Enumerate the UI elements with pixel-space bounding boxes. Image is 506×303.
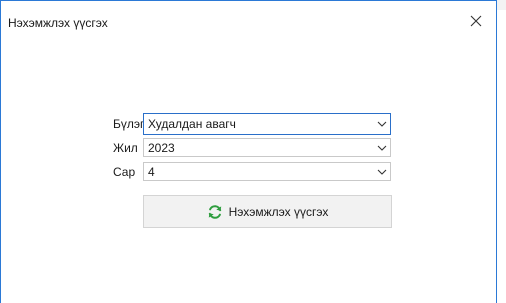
chevron-down-icon <box>377 169 387 175</box>
close-icon <box>470 15 482 27</box>
month-label: Сар <box>113 165 136 179</box>
generate-invoice-label: Нэхэмжлэх үүсгэх <box>228 204 329 219</box>
generate-invoice-button[interactable]: Нэхэмжлэх үүсгэх <box>143 195 392 228</box>
year-select-value: 2023 <box>148 141 175 155</box>
invoice-dialog: Нэхэмжлэх үүсгэх Бүлэг Худалдан авагч Жи… <box>0 0 497 303</box>
month-select-value: 4 <box>148 165 155 179</box>
chevron-down-icon <box>377 145 387 151</box>
group-label: Бүлэг <box>113 117 145 131</box>
dialog-title: Нэхэмжлэх үүсгэх <box>8 16 108 30</box>
refresh-icon <box>208 204 221 219</box>
title-bar: Нэхэмжлэх үүсгэх <box>1 1 496 41</box>
month-select[interactable]: 4 <box>143 162 391 181</box>
year-select[interactable]: 2023 <box>143 138 391 157</box>
close-button[interactable] <box>463 8 489 34</box>
group-select-value: Худалдан авагч <box>148 117 236 131</box>
group-select[interactable]: Худалдан авагч <box>143 113 391 135</box>
year-label: Жил <box>113 141 138 155</box>
chevron-down-icon <box>377 121 387 127</box>
